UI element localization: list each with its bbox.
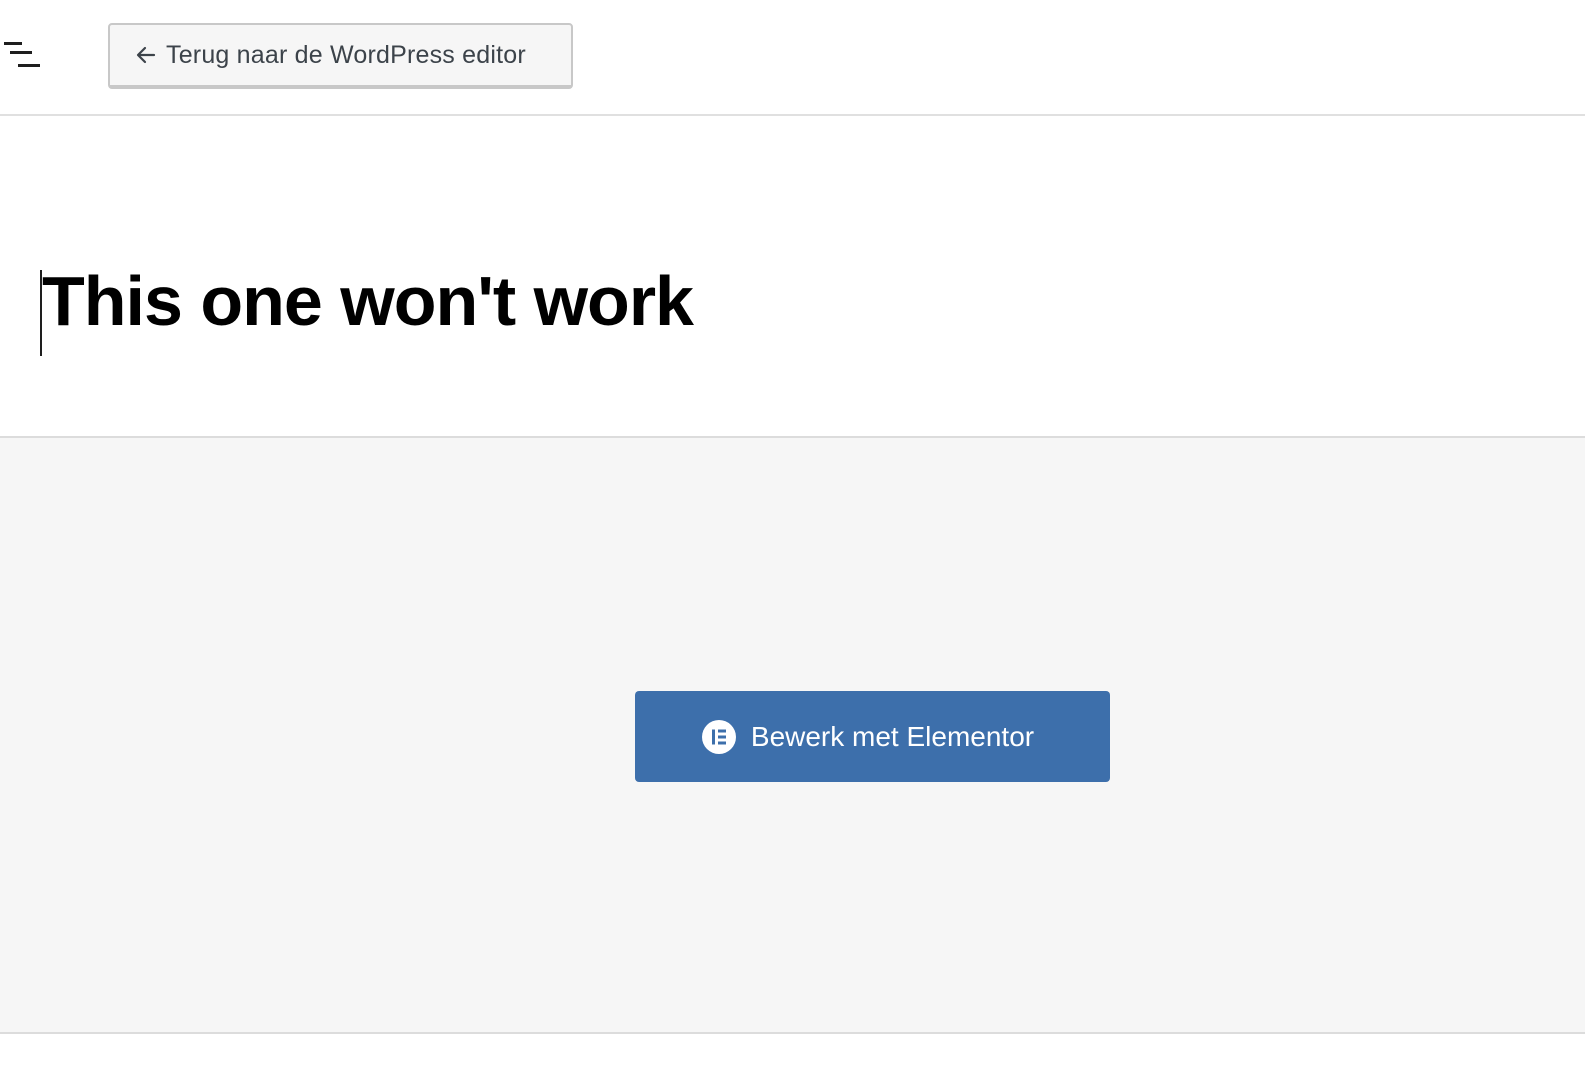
post-title-input[interactable]: This one won't work [42, 266, 694, 336]
back-button-label: Terug naar de WordPress editor [166, 40, 526, 69]
editor-toolbar: Terug naar de WordPress editor [0, 0, 1585, 116]
post-title-area: This one won't work [0, 116, 1585, 438]
editor-page: Terug naar de WordPress editor This one … [0, 0, 1585, 1066]
document-overview-icon [4, 42, 40, 67]
edit-with-elementor-button[interactable]: Bewerk met Elementor [635, 691, 1110, 782]
elementor-logo-icon [701, 719, 737, 755]
elementor-placeholder: Bewerk met Elementor [0, 438, 1585, 1034]
arrow-left-icon [134, 43, 158, 67]
back-to-wordpress-editor-button[interactable]: Terug naar de WordPress editor [108, 23, 573, 89]
edit-with-elementor-label: Bewerk met Elementor [750, 720, 1035, 752]
document-overview-button[interactable] [0, 36, 44, 76]
bottom-strip [0, 1034, 1585, 1066]
